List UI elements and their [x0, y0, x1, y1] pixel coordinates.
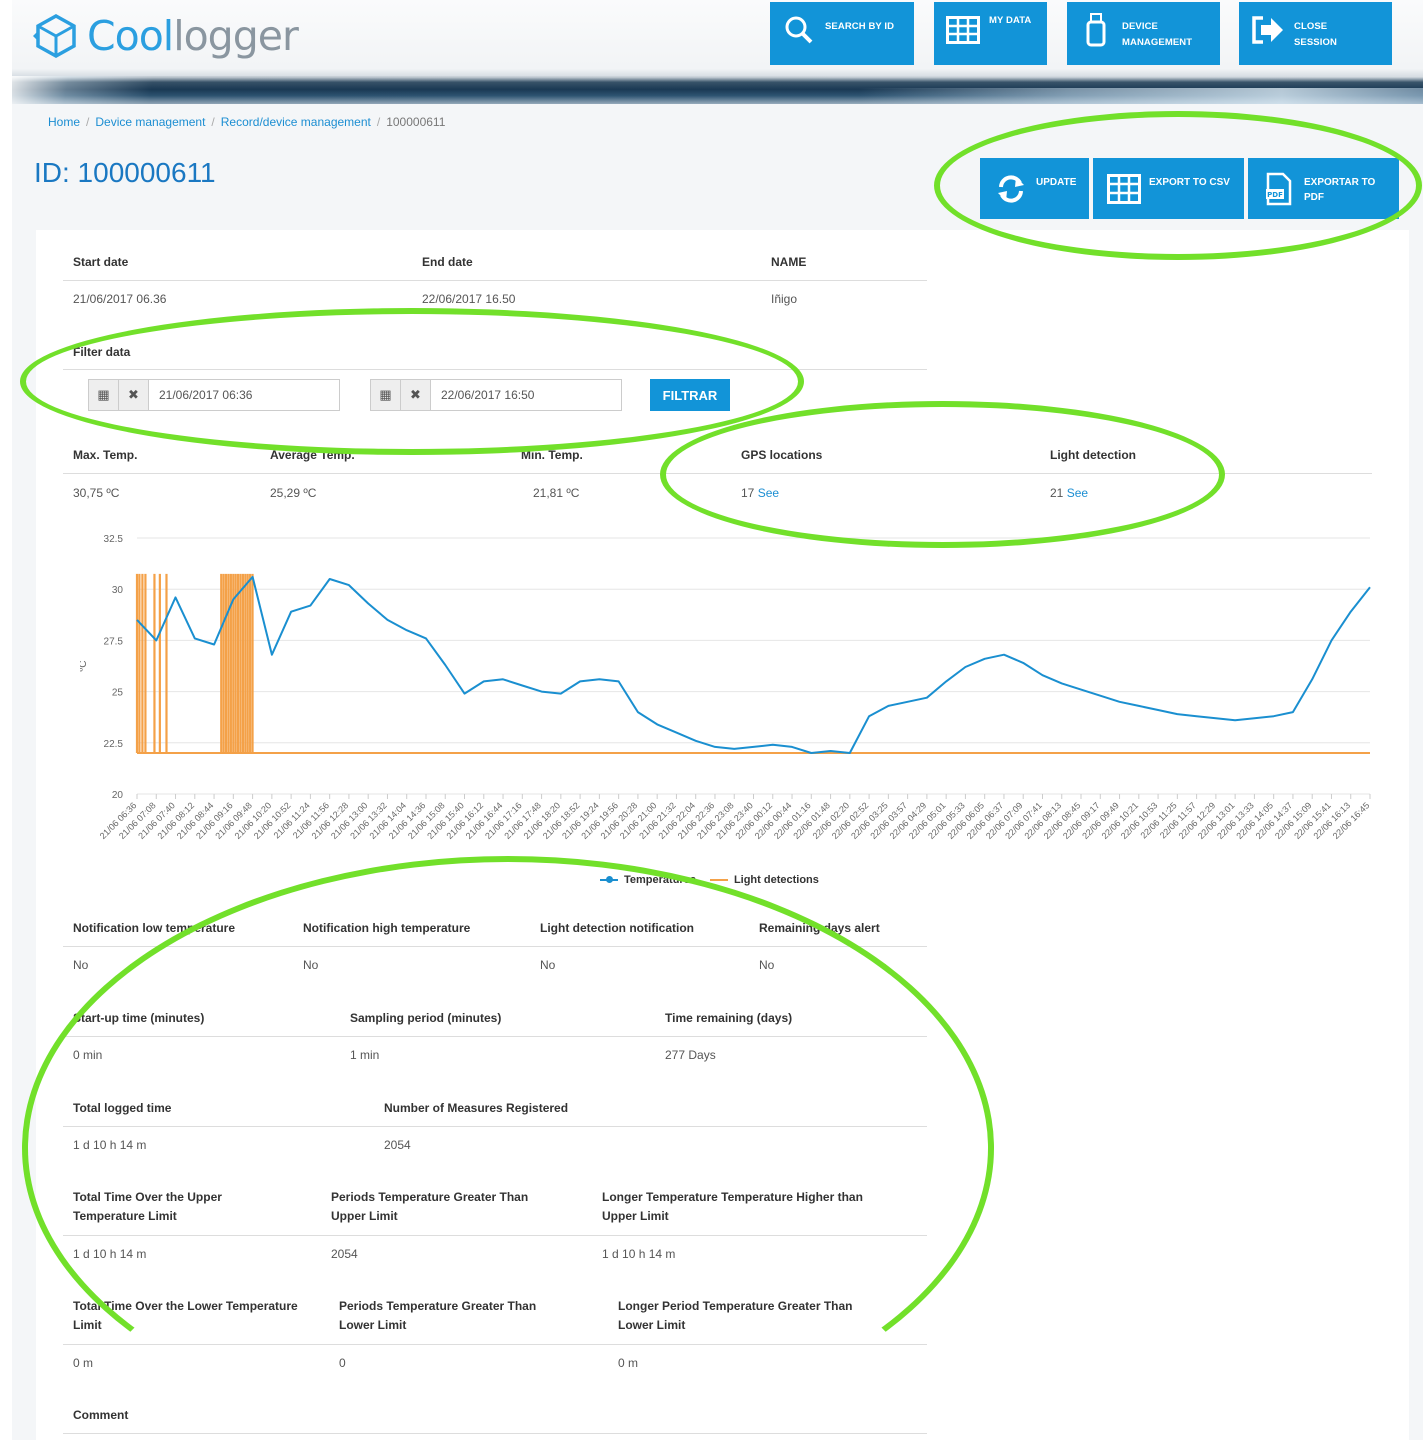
breadcrumb-device-management[interactable]: Device management — [95, 115, 205, 129]
legend-light-marker — [709, 879, 728, 881]
min-temp-value: 21,81 ºC — [533, 486, 580, 500]
name-value: Iñigo — [771, 292, 798, 306]
lower-time-value: 0 m — [73, 1356, 94, 1370]
annotation-ellipse-filter — [20, 308, 804, 455]
breadcrumb: Home / Device management / Record/device man… — [48, 115, 446, 129]
usb-device-icon — [1079, 13, 1113, 47]
annotation-ellipse-details — [22, 856, 994, 1440]
comment-header: Comment — [73, 1408, 129, 1422]
y-tick-label: 32.5 — [104, 534, 124, 545]
my-data-button[interactable]: MY DATA — [934, 2, 1047, 65]
search-icon — [782, 13, 816, 47]
annotation-ellipse-actions — [934, 111, 1422, 260]
low-temp-notification-value: No — [73, 958, 89, 972]
search-by-id-button[interactable]: SEARCH BY ID — [770, 2, 914, 65]
start-date-header: Start date — [73, 255, 129, 269]
device-management-label: DEVICE MANAGEMENT — [1122, 21, 1193, 48]
breadcrumb-record-device-management[interactable]: Record/device management — [221, 115, 371, 129]
y-tick-label: 30 — [112, 585, 124, 596]
y-tick-label: 27.5 — [104, 636, 124, 647]
y-tick-label: 22.5 — [104, 739, 124, 750]
breadcrumb-home[interactable]: Home — [48, 115, 80, 129]
logo[interactable]: Coollogger — [33, 6, 299, 66]
name-header: NAME — [771, 255, 807, 269]
y-tick-label: 20 — [112, 790, 124, 801]
breadcrumb-current: 100000611 — [386, 115, 446, 129]
close-session-label: CLOSE SESSION — [1294, 21, 1337, 48]
temperature-chart: 32.53027.52522.520ºC21/06 06:3621/06 07:… — [80, 534, 1371, 841]
page-title: ID: 100000611 — [34, 157, 216, 188]
y-tick-label: 25 — [112, 688, 124, 699]
search-by-id-label: SEARCH BY ID — [825, 21, 895, 32]
start-date-value: 21/06/2017 06.36 — [73, 292, 167, 306]
header-wave-light — [12, 88, 1423, 104]
legend-light-detections[interactable]: Light detections — [734, 874, 819, 886]
my-data-label: MY DATA — [989, 15, 1032, 26]
logout-icon — [1251, 13, 1285, 47]
end-date-value: 22/06/2017 16.50 — [422, 292, 516, 306]
avg-temp-value: 25,29 ºC — [270, 486, 317, 500]
app-root: Coollogger SEARCH BY ID MY DATA DEVICE MA… — [0, 0, 1423, 1440]
grid-icon — [946, 13, 980, 47]
end-date-header: End date — [422, 255, 473, 269]
max-temp-header: Max. Temp. — [73, 448, 138, 462]
logo-text: Coollogger — [87, 12, 299, 60]
logo-cube-icon — [33, 13, 76, 59]
record-header-rule — [63, 280, 927, 281]
close-session-button[interactable]: CLOSE SESSION — [1239, 2, 1392, 65]
temperature-line — [136, 575, 1371, 754]
y-axis-label: ºC — [80, 661, 89, 672]
device-management-button[interactable]: DEVICE MANAGEMENT — [1067, 2, 1220, 65]
max-temp-value: 30,75 ºC — [73, 486, 120, 500]
annotation-ellipse-gps-light — [660, 401, 1225, 548]
